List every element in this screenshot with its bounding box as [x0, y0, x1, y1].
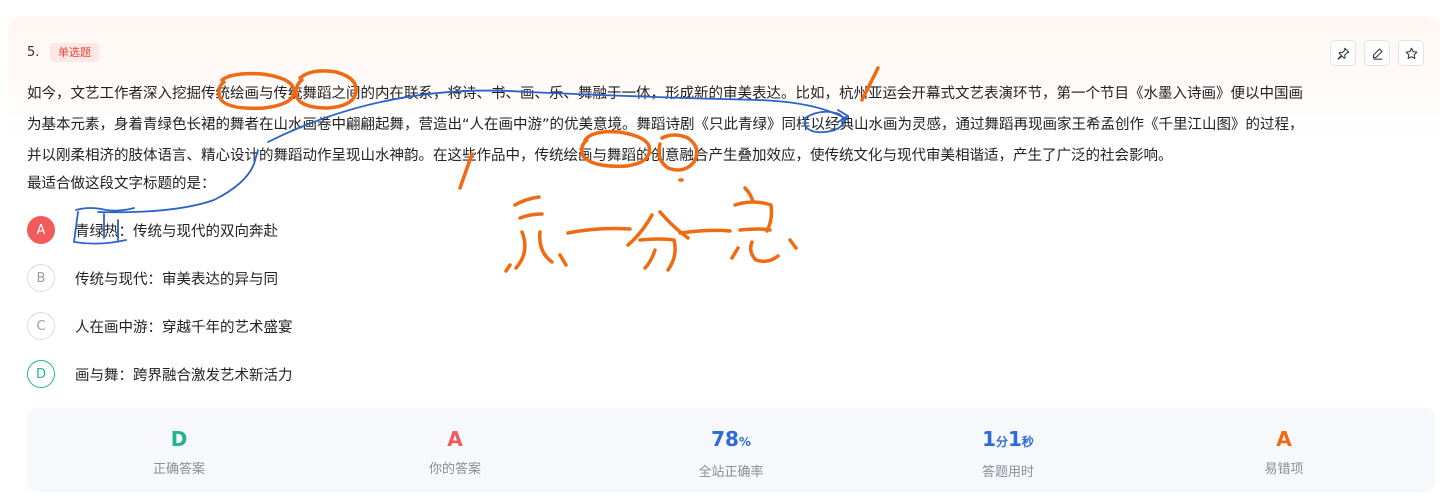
your-answer-label: 你的答案	[428, 462, 481, 477]
accuracy-value: 78%	[711, 427, 751, 451]
question-type-badge: 单选题	[50, 43, 99, 62]
option-letter: D	[27, 360, 55, 388]
stat-your-answer: A 你的答案	[335, 426, 575, 477]
question-prompt: 最适合做这段文字标题的是：	[27, 176, 216, 192]
error-prone-label: 易错项	[1264, 462, 1304, 477]
question-toolbar	[1330, 40, 1424, 66]
favorite-button[interactable]	[1398, 40, 1424, 66]
answer-stats-panel: D 正确答案 A 你的答案 78% 全站正确率 1分1秒 答题用时 A 易错项	[27, 408, 1435, 492]
option-letter: B	[27, 264, 55, 292]
option-text: 青绿热：传统与现代的双向奔赴	[75, 223, 278, 240]
option-a[interactable]: A 青绿热：传统与现代的双向奔赴	[27, 215, 278, 245]
option-b[interactable]: B 传统与现代：审美表达的异与同	[27, 263, 278, 293]
stem-line: 并以刚柔相济的肢体语言、精心设计的舞蹈动作呈现山水神韵。在这些作品中，传统绘画与…	[27, 148, 1173, 164]
option-c[interactable]: C 人在画中游：穿越千年的艺术盛宴	[27, 311, 293, 341]
question-stem: 如今，文艺工作者深入挖掘传统绘画与传统舞蹈之间的内在联系，将诗、书、画、乐、舞融…	[27, 79, 1439, 172]
option-letter: C	[27, 312, 55, 340]
stat-accuracy: 78% 全站正确率	[611, 426, 851, 480]
option-d[interactable]: D 画与舞：跨界融合激发艺术新活力	[27, 359, 293, 389]
error-prone-value: A	[1276, 427, 1292, 451]
option-text: 人在画中游：穿越千年的艺术盛宴	[75, 319, 293, 336]
correct-answer-label: 正确答案	[152, 462, 205, 477]
pin-button[interactable]	[1330, 40, 1356, 66]
accuracy-label: 全站正确率	[698, 465, 764, 480]
option-text: 画与舞：跨界融合激发艺术新活力	[75, 367, 293, 384]
stat-time: 1分1秒 答题用时	[888, 426, 1128, 480]
edit-icon	[1372, 48, 1382, 60]
option-letter: A	[27, 216, 55, 244]
stem-line: 为基本元素，身着青绿色长裙的舞者在山水画卷中翩翩起舞，营造出“人在画中游”的优美…	[27, 117, 1304, 133]
pin-icon	[1337, 47, 1349, 60]
edit-button[interactable]	[1364, 40, 1390, 66]
time-value: 1分1秒	[982, 427, 1034, 451]
correct-answer-value: D	[170, 427, 188, 451]
question-number: 5.	[27, 45, 40, 60]
stem-line: 如今，文艺工作者深入挖掘传统绘画与传统舞蹈之间的内在联系，将诗、书、画、乐、舞融…	[27, 86, 1303, 102]
stat-error-prone: A 易错项	[1164, 426, 1404, 477]
stat-correct-answer: D 正确答案	[59, 426, 299, 477]
time-label: 答题用时	[981, 465, 1034, 480]
star-icon	[1405, 47, 1417, 59]
your-answer-value: A	[447, 427, 463, 451]
option-text: 传统与现代：审美表达的异与同	[75, 271, 278, 288]
